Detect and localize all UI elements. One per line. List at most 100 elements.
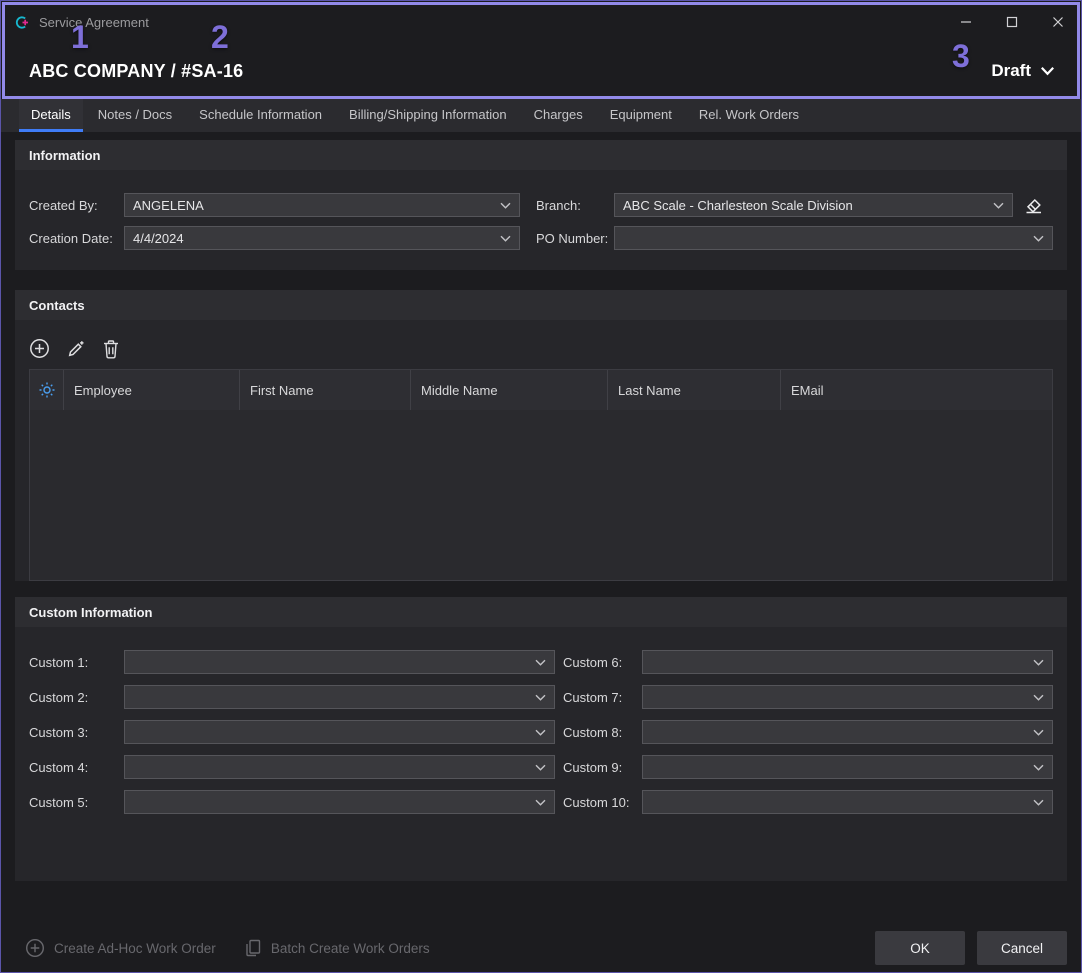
- clear-branch-button[interactable]: [1013, 194, 1053, 216]
- custom-6-combobox[interactable]: [642, 650, 1053, 674]
- create-adhoc-work-order-button[interactable]: Create Ad-Hoc Work Order: [15, 930, 226, 966]
- po-number-label: PO Number:: [536, 231, 614, 246]
- batch-create-work-orders-label: Batch Create Work Orders: [271, 941, 430, 956]
- custom-5-combobox[interactable]: [124, 790, 555, 814]
- custom-4-label: Custom 4:: [29, 760, 124, 775]
- creation-date-value: 4/4/2024: [133, 231, 184, 246]
- tab-details[interactable]: Details: [19, 99, 83, 132]
- trash-icon: [102, 339, 120, 359]
- custom-7-combobox[interactable]: [642, 685, 1053, 709]
- created-by-value: ANGELENA: [133, 198, 204, 213]
- contacts-toolbar: [29, 320, 1053, 369]
- app-icon: [13, 14, 30, 31]
- close-button[interactable]: [1035, 1, 1081, 43]
- branch-value: ABC Scale - Charlesteon Scale Division: [623, 198, 853, 213]
- chevron-down-icon: [1027, 659, 1044, 666]
- custom-10-label: Custom 10:: [563, 795, 642, 810]
- sun-icon: [38, 381, 56, 399]
- custom-1-combobox[interactable]: [124, 650, 555, 674]
- tab-charges[interactable]: Charges: [522, 99, 595, 132]
- tab-rel-work-orders[interactable]: Rel. Work Orders: [687, 99, 811, 132]
- chevron-down-icon: [494, 235, 511, 242]
- chevron-down-icon: [529, 659, 546, 666]
- column-header-employee[interactable]: Employee: [64, 370, 240, 410]
- custom-8-combobox[interactable]: [642, 720, 1053, 744]
- window-header-region: Service Agreement ABC COMPANY / #SA-16 D…: [1, 1, 1081, 99]
- chevron-down-icon: [1027, 694, 1044, 701]
- contacts-table-header: Employee First Name Middle Name Last Nam…: [30, 370, 1052, 410]
- creation-date-label: Creation Date:: [29, 231, 124, 246]
- custom-information-section: Custom Information Custom 1: Custom 6: C…: [15, 597, 1067, 881]
- chevron-down-icon: [987, 202, 1004, 209]
- column-header-email[interactable]: EMail: [781, 370, 1052, 410]
- branch-combobox[interactable]: ABC Scale - Charlesteon Scale Division: [614, 193, 1013, 217]
- custom-1-label: Custom 1:: [29, 655, 124, 670]
- contacts-table-body: [30, 410, 1052, 580]
- custom-2-label: Custom 2:: [29, 690, 124, 705]
- chevron-down-icon: [529, 764, 546, 771]
- tab-bar: Details Notes / Docs Schedule Informatio…: [1, 99, 1081, 132]
- minimize-button[interactable]: [943, 1, 989, 43]
- chevron-down-icon: [1027, 235, 1044, 242]
- batch-create-work-orders-button[interactable]: Batch Create Work Orders: [234, 930, 440, 966]
- service-agreement-window: Service Agreement ABC COMPANY / #SA-16 D…: [0, 0, 1082, 973]
- create-adhoc-work-order-label: Create Ad-Hoc Work Order: [54, 941, 216, 956]
- custom-information-section-header: Custom Information: [15, 597, 1067, 627]
- column-header-last-name[interactable]: Last Name: [608, 370, 781, 410]
- chevron-down-icon: [1040, 66, 1055, 76]
- column-options-button[interactable]: [30, 370, 64, 410]
- branch-label: Branch:: [536, 198, 614, 213]
- contacts-table: Employee First Name Middle Name Last Nam…: [29, 369, 1053, 581]
- chevron-down-icon: [1027, 729, 1044, 736]
- contacts-section: Contacts: [15, 290, 1067, 581]
- footer-bar: Create Ad-Hoc Work Order Batch Create Wo…: [1, 924, 1081, 972]
- wand-icon: [66, 339, 86, 359]
- add-contact-button[interactable]: [29, 338, 50, 359]
- tab-equipment[interactable]: Equipment: [598, 99, 684, 132]
- tab-billing-shipping-information[interactable]: Billing/Shipping Information: [337, 99, 519, 132]
- status-label: Draft: [991, 61, 1031, 81]
- delete-contact-button[interactable]: [102, 339, 120, 359]
- chevron-down-icon: [494, 202, 511, 209]
- custom-10-combobox[interactable]: [642, 790, 1053, 814]
- custom-2-combobox[interactable]: [124, 685, 555, 709]
- eraser-icon: [1022, 194, 1044, 216]
- contacts-section-header: Contacts: [15, 290, 1067, 320]
- chevron-down-icon: [1027, 764, 1044, 771]
- maximize-button[interactable]: [989, 1, 1035, 43]
- page-title: ABC COMPANY / #SA-16: [29, 61, 243, 82]
- custom-9-combobox[interactable]: [642, 755, 1053, 779]
- custom-6-label: Custom 6:: [563, 655, 642, 670]
- creation-date-combobox[interactable]: 4/4/2024: [124, 226, 520, 250]
- window-controls: [943, 1, 1081, 43]
- column-header-first-name[interactable]: First Name: [240, 370, 411, 410]
- custom-3-combobox[interactable]: [124, 720, 555, 744]
- custom-5-label: Custom 5:: [29, 795, 124, 810]
- tab-notes-docs[interactable]: Notes / Docs: [86, 99, 184, 132]
- edit-contact-button[interactable]: [66, 339, 86, 359]
- plus-circle-icon: [29, 338, 50, 359]
- information-section-header: Information: [15, 140, 1067, 170]
- document-header: ABC COMPANY / #SA-16 Draft: [1, 43, 1081, 99]
- chevron-down-icon: [529, 729, 546, 736]
- custom-7-label: Custom 7:: [563, 690, 642, 705]
- titlebar: Service Agreement: [1, 1, 1081, 43]
- created-by-combobox[interactable]: ANGELENA: [124, 193, 520, 217]
- chevron-down-icon: [529, 799, 546, 806]
- tab-schedule-information[interactable]: Schedule Information: [187, 99, 334, 132]
- custom-3-label: Custom 3:: [29, 725, 124, 740]
- status-dropdown[interactable]: Draft: [991, 61, 1055, 81]
- information-section: Information Created By: ANGELENA Branch:…: [15, 140, 1067, 270]
- plus-circle-icon: [25, 938, 45, 958]
- ok-button[interactable]: OK: [875, 931, 965, 965]
- window-title: Service Agreement: [39, 15, 149, 30]
- po-number-combobox[interactable]: [614, 226, 1053, 250]
- chevron-down-icon: [529, 694, 546, 701]
- column-header-middle-name[interactable]: Middle Name: [411, 370, 608, 410]
- custom-4-combobox[interactable]: [124, 755, 555, 779]
- documents-icon: [244, 938, 262, 958]
- cancel-button[interactable]: Cancel: [977, 931, 1067, 965]
- custom-8-label: Custom 8:: [563, 725, 642, 740]
- chevron-down-icon: [1027, 799, 1044, 806]
- created-by-label: Created By:: [29, 198, 124, 213]
